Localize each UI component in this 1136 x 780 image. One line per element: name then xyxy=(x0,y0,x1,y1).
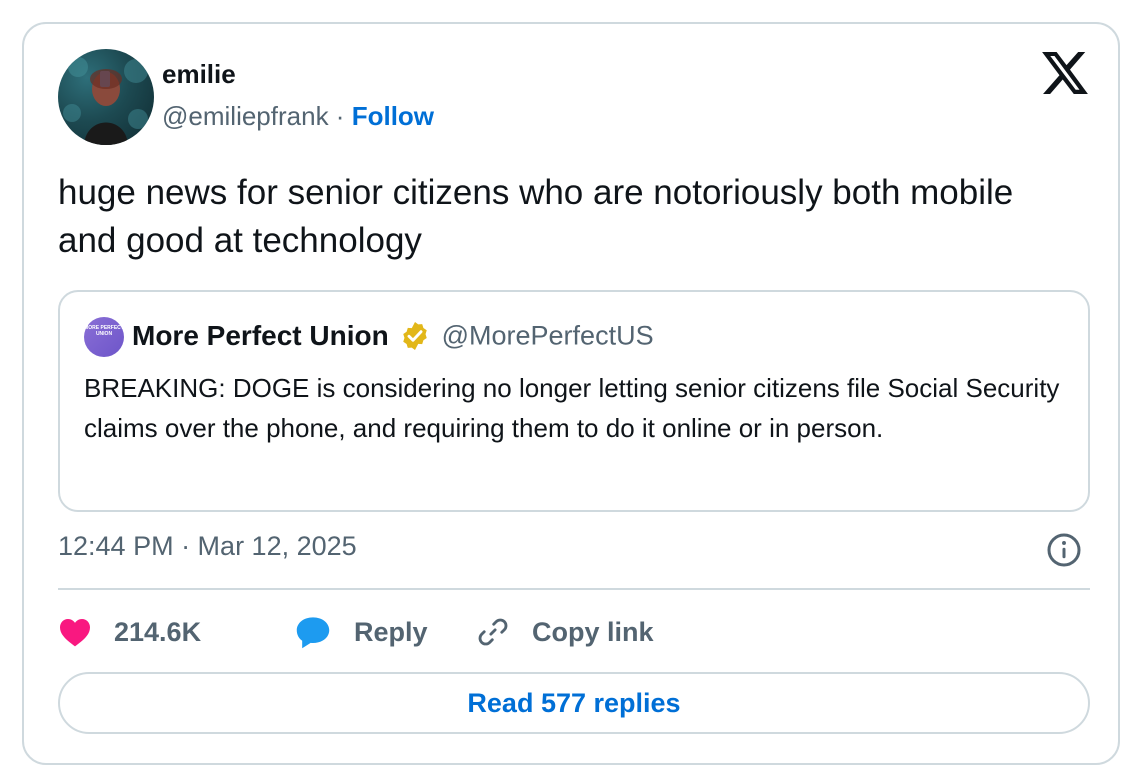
tweet-timestamp[interactable]: 12:44 PM · Mar 12, 2025 xyxy=(58,531,357,562)
info-icon[interactable] xyxy=(1046,532,1082,568)
reply-label: Reply xyxy=(354,616,428,647)
read-replies-button[interactable]: Read 577 replies xyxy=(58,672,1090,734)
quoted-tweet-header: More Perfect Union @MorePerfectUS xyxy=(132,320,654,352)
author-handle[interactable]: @emiliepfrank xyxy=(162,101,329,131)
verified-badge-icon xyxy=(403,322,427,350)
author-display-name[interactable]: emilie xyxy=(162,59,236,90)
reply-bubble-icon xyxy=(296,617,330,649)
copy-link-label: Copy link xyxy=(532,616,654,647)
x-logo-icon[interactable] xyxy=(1042,52,1088,94)
quoted-tweet-text: BREAKING: DOGE is considering no longer … xyxy=(84,373,1060,443)
quoted-avatar-logo-text: MORE PERFECT UNION xyxy=(84,325,124,337)
quoted-author-handle[interactable]: @MorePerfectUS xyxy=(442,321,654,351)
divider xyxy=(58,588,1090,590)
tweet-card: emilie @emiliepfrank · Follow huge news … xyxy=(22,22,1120,765)
like-button[interactable]: 214.6K xyxy=(58,612,201,652)
author-avatar[interactable] xyxy=(58,49,154,145)
reply-button[interactable]: Reply xyxy=(294,612,428,652)
like-count: 214.6K xyxy=(114,616,202,647)
quoted-tweet[interactable]: MORE PERFECT UNION More Perfect Union @M… xyxy=(58,290,1090,512)
author-handle-row: @emiliepfrank · Follow xyxy=(162,101,434,132)
quoted-author-avatar[interactable]: MORE PERFECT UNION xyxy=(84,317,124,357)
avatar-photo xyxy=(63,57,148,145)
link-icon xyxy=(478,618,508,646)
heart-icon xyxy=(60,619,90,647)
quoted-author-name[interactable]: More Perfect Union xyxy=(132,320,389,351)
separator-dot: · xyxy=(335,101,345,131)
copy-link-button[interactable]: Copy link xyxy=(476,612,654,652)
follow-button[interactable]: Follow xyxy=(352,101,434,131)
tweet-text: huge news for senior citizens who are no… xyxy=(58,173,1014,260)
